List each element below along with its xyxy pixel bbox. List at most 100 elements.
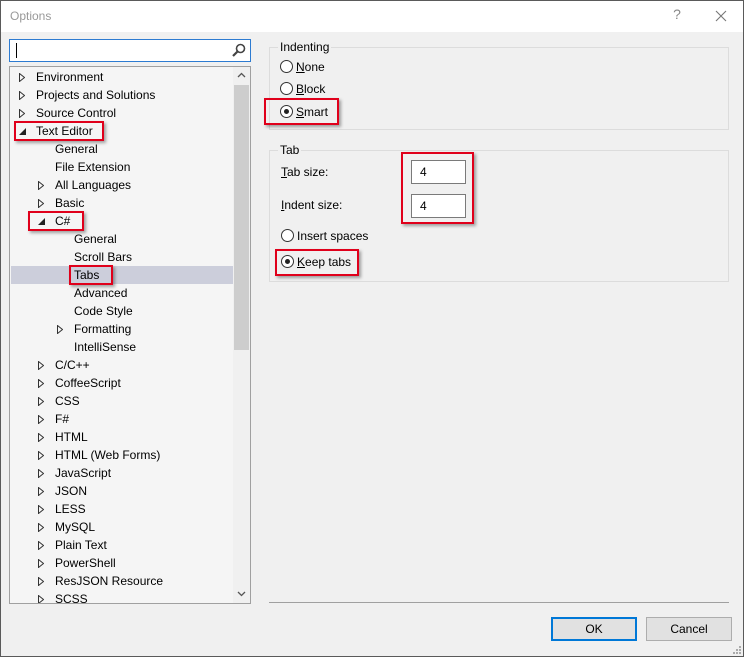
tree-item-label: General bbox=[74, 232, 117, 246]
tree-item[interactable]: Source Control bbox=[11, 104, 233, 122]
collapsed-arrow-icon[interactable] bbox=[38, 392, 48, 410]
tree-item[interactable]: F# bbox=[11, 410, 233, 428]
tab-legend: Tab bbox=[278, 143, 302, 157]
tree-item[interactable]: All Languages bbox=[11, 176, 233, 194]
tree-item-label: ResJSON Resource bbox=[55, 574, 164, 588]
tree-item[interactable]: Scroll Bars bbox=[11, 248, 233, 266]
collapsed-arrow-icon[interactable] bbox=[38, 482, 48, 500]
tree-item[interactable]: Tabs bbox=[11, 266, 233, 284]
close-button[interactable] bbox=[707, 5, 735, 27]
collapsed-arrow-icon[interactable] bbox=[38, 356, 48, 374]
tree-item[interactable]: JSON bbox=[11, 482, 233, 500]
scroll-thumb[interactable] bbox=[234, 85, 249, 350]
tree-item-label: Projects and Solutions bbox=[36, 88, 156, 102]
tree-item-label: Environment bbox=[36, 70, 104, 84]
expanded-arrow-icon[interactable] bbox=[19, 122, 29, 140]
text-caret bbox=[16, 43, 17, 58]
tree-item-label: Basic bbox=[55, 196, 85, 210]
tree-item-label: C# bbox=[55, 214, 71, 228]
tree-item[interactable]: Text Editor bbox=[11, 122, 233, 140]
tree-item-label: PowerShell bbox=[55, 556, 116, 570]
tree-item-label: Text Editor bbox=[36, 124, 93, 138]
collapsed-arrow-icon[interactable] bbox=[38, 518, 48, 536]
indenting-legend: Indenting bbox=[278, 40, 332, 54]
tree-item-label: LESS bbox=[55, 502, 86, 516]
tab-size-input[interactable]: 4 bbox=[411, 160, 466, 184]
collapsed-arrow-icon[interactable] bbox=[19, 104, 29, 122]
tree-item-label: CSS bbox=[55, 394, 80, 408]
collapsed-arrow-icon[interactable] bbox=[38, 590, 48, 603]
tree-item[interactable]: Basic bbox=[11, 194, 233, 212]
close-icon bbox=[715, 10, 727, 22]
tree-item[interactable]: JavaScript bbox=[11, 464, 233, 482]
tree-scrollbar[interactable] bbox=[233, 67, 250, 603]
tree-item[interactable]: PowerShell bbox=[11, 554, 233, 572]
collapsed-arrow-icon[interactable] bbox=[38, 428, 48, 446]
tree-item-label: C/C++ bbox=[55, 358, 90, 372]
tree-item[interactable]: Advanced bbox=[11, 284, 233, 302]
tree-item[interactable]: SCSS bbox=[11, 590, 233, 604]
tree-item[interactable]: General bbox=[11, 230, 233, 248]
ok-button[interactable]: OK bbox=[551, 617, 637, 641]
tree-item[interactable]: CoffeeScript bbox=[11, 374, 233, 392]
help-button[interactable]: ? bbox=[666, 6, 688, 26]
window-title: Options bbox=[10, 9, 52, 23]
radio-dot bbox=[285, 259, 290, 264]
tree-item-label: MySQL bbox=[55, 520, 96, 534]
collapsed-arrow-icon[interactable] bbox=[38, 374, 48, 392]
collapsed-arrow-icon[interactable] bbox=[38, 572, 48, 590]
collapsed-arrow-icon[interactable] bbox=[57, 320, 67, 338]
tree-item[interactable]: Environment bbox=[11, 68, 233, 86]
chevron-down-icon bbox=[237, 591, 246, 597]
collapsed-arrow-icon[interactable] bbox=[38, 446, 48, 464]
scroll-up-button[interactable] bbox=[233, 67, 250, 84]
tree-item[interactable]: C# bbox=[11, 212, 233, 230]
tree-item[interactable]: General bbox=[11, 140, 233, 158]
tree-item-label: Formatting bbox=[74, 322, 132, 336]
tree-item[interactable]: Projects and Solutions bbox=[11, 86, 233, 104]
resize-grip-icon[interactable] bbox=[731, 644, 741, 654]
tree-item-label: Scroll Bars bbox=[74, 250, 133, 264]
expanded-arrow-icon[interactable] bbox=[38, 212, 48, 230]
collapsed-arrow-icon[interactable] bbox=[19, 86, 29, 104]
collapsed-arrow-icon[interactable] bbox=[19, 68, 29, 86]
collapsed-arrow-icon[interactable] bbox=[38, 194, 48, 212]
radio-circle bbox=[281, 229, 294, 242]
tree-item[interactable]: IntelliSense bbox=[11, 338, 233, 356]
collapsed-arrow-icon[interactable] bbox=[38, 464, 48, 482]
tree-item[interactable]: MySQL bbox=[11, 518, 233, 536]
collapsed-arrow-icon[interactable] bbox=[38, 500, 48, 518]
tree-item-label: All Languages bbox=[55, 178, 132, 192]
indent-size-input[interactable]: 4 bbox=[411, 194, 466, 218]
tree-item-label: JSON bbox=[55, 484, 88, 498]
tree-item[interactable]: Formatting bbox=[11, 320, 233, 338]
tree-item-label: CoffeeScript bbox=[55, 376, 121, 390]
tree-item[interactable]: Code Style bbox=[11, 302, 233, 320]
tree-item[interactable]: HTML bbox=[11, 428, 233, 446]
cancel-button[interactable]: Cancel bbox=[646, 617, 732, 641]
collapsed-arrow-icon[interactable] bbox=[38, 176, 48, 194]
tree-item-label: Plain Text bbox=[55, 538, 107, 552]
scroll-down-button[interactable] bbox=[233, 586, 250, 603]
collapsed-arrow-icon[interactable] bbox=[38, 554, 48, 572]
tree-item-label: Code Style bbox=[74, 304, 133, 318]
collapsed-arrow-icon[interactable] bbox=[38, 410, 48, 428]
tree-item[interactable]: Plain Text bbox=[11, 536, 233, 554]
search-input[interactable] bbox=[9, 39, 251, 62]
options-tree: SCSS ResJSON Resource PowerShell Plain Text… bbox=[9, 66, 251, 604]
tree-item-label: HTML bbox=[55, 430, 88, 444]
collapsed-arrow-icon[interactable] bbox=[38, 536, 48, 554]
search-icon[interactable] bbox=[232, 43, 246, 57]
tree-item[interactable]: CSS bbox=[11, 392, 233, 410]
radio-dot bbox=[284, 109, 289, 114]
title-bar: Options ? bbox=[1, 1, 743, 32]
tree-item[interactable]: File Extension bbox=[11, 158, 233, 176]
tree-item-label: JavaScript bbox=[55, 466, 112, 480]
tree-item[interactable]: HTML (Web Forms) bbox=[11, 446, 233, 464]
tree-item-label: General bbox=[55, 142, 98, 156]
tree-item-label: SCSS bbox=[55, 592, 88, 604]
tree-item-label: F# bbox=[55, 412, 70, 426]
tree-item[interactable]: ResJSON Resource bbox=[11, 572, 233, 590]
tree-item[interactable]: C/C++ bbox=[11, 356, 233, 374]
tree-item[interactable]: LESS bbox=[11, 500, 233, 518]
